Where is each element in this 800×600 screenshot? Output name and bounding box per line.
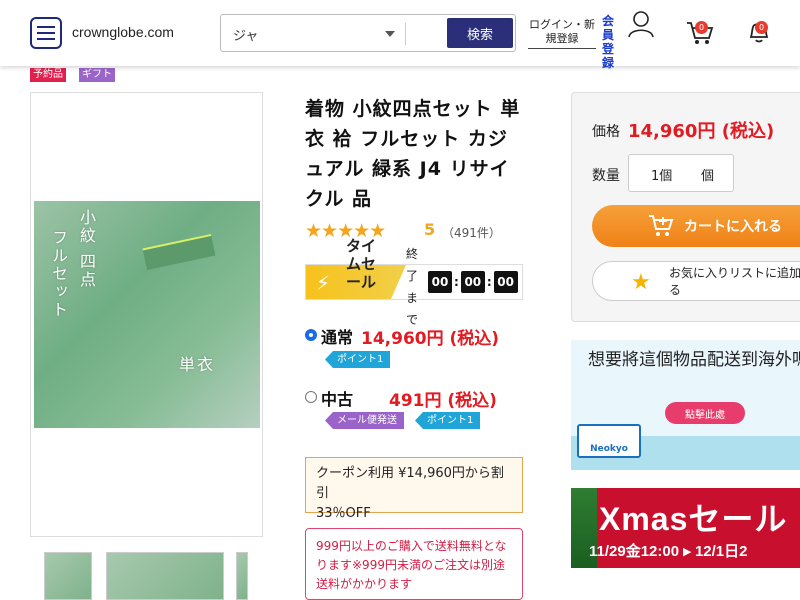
rating-value: 5 bbox=[424, 220, 436, 239]
purchase-box: 価格 14,960円 (税込) 数量 1個 個 カートに入れる ★ お気に入りリ… bbox=[571, 92, 800, 322]
option-new-radio[interactable] bbox=[305, 329, 317, 341]
thumbnail[interactable] bbox=[106, 552, 224, 600]
hamburger-menu-icon[interactable] bbox=[30, 17, 62, 49]
quantity-select[interactable]: 1個 個 bbox=[628, 154, 734, 192]
quantity-value: 1個 bbox=[651, 169, 673, 184]
search-divider bbox=[405, 23, 406, 45]
product-title: 着物 小紋四点セット 単衣 袷 フルセット カジュアル 緑系 J4 リサイクル … bbox=[305, 98, 521, 210]
lightning-icon: ⚡ bbox=[316, 271, 331, 295]
option-new-label: 通常 bbox=[321, 328, 354, 347]
notification-count-badge: 0 bbox=[755, 21, 768, 34]
price-label: 価格 bbox=[592, 124, 620, 140]
login-link[interactable]: ログイン・新規登録 bbox=[528, 18, 596, 49]
site-logo[interactable]: crownglobe.com bbox=[72, 24, 174, 40]
quantity-label: 数量 bbox=[592, 168, 620, 184]
review-count-link[interactable]: （491件） bbox=[442, 224, 501, 241]
flash-sale-sub: 終了まで bbox=[406, 247, 419, 327]
banner-click-button[interactable]: 點擊此處 bbox=[665, 402, 745, 424]
price-value: 14,960円 (税込) bbox=[628, 121, 775, 142]
add-to-cart-label: カートに入れる bbox=[684, 219, 782, 235]
flash-sale-box: ⚡ タイムセール 終了まで 00 : 00 : 00 bbox=[305, 237, 523, 327]
xmas-sale-dates: 11/29金12:00 ▸ 12/1日2 bbox=[589, 543, 748, 560]
xmas-sale-banner[interactable]: Xmasセール 11/29金12:00 ▸ 12/1日2 bbox=[571, 488, 800, 568]
register-link[interactable]: 会員登録 bbox=[602, 14, 624, 70]
xmas-sale-title: Xmasセール bbox=[599, 501, 788, 537]
flash-sale-label: タイムセール bbox=[346, 237, 377, 291]
search-button[interactable]: 検索 bbox=[447, 18, 513, 48]
option-used-radio[interactable] bbox=[305, 391, 317, 403]
user-icon[interactable] bbox=[628, 10, 654, 38]
option-new[interactable]: 通常 14,960円 (税込) ポイント1 bbox=[305, 322, 525, 372]
timer-minutes: 00 bbox=[460, 271, 485, 293]
option-used-label: 中古 bbox=[321, 390, 354, 409]
coupon-discount: 33％OFF bbox=[316, 506, 371, 521]
photo-caption: 単衣 bbox=[179, 355, 216, 374]
thumbnail[interactable] bbox=[44, 552, 92, 600]
shipping-notice: 999円以上のご購入で送料無料となります※999円未満のご注文は別途送料がかかり… bbox=[305, 528, 523, 600]
cart-plus-icon bbox=[649, 215, 674, 236]
thumbnail[interactable] bbox=[236, 552, 248, 600]
cart-count-badge: 0 bbox=[695, 21, 708, 34]
timer-seconds: 00 bbox=[493, 271, 518, 293]
thumbnail-strip bbox=[44, 552, 254, 600]
points-badge: ポイント1 bbox=[415, 412, 481, 429]
star-icon: ★ bbox=[631, 270, 651, 295]
truck-icon: Neokyo bbox=[577, 424, 641, 458]
timer-hours: 00 bbox=[428, 271, 452, 293]
search-category-select[interactable]: ジャ bbox=[233, 25, 258, 44]
coupon-text: クーポン利用 ¥14,960円から割引 bbox=[316, 466, 504, 501]
search-bar: ジャ 検索 bbox=[220, 14, 516, 52]
points-badge: ポイント1 bbox=[325, 351, 391, 368]
coupon-box[interactable]: クーポン利用 ¥14,960円から割引 33％OFF bbox=[305, 457, 523, 521]
photo-caption: フルセット bbox=[49, 229, 68, 319]
product-photo[interactable]: 小紋 四点 フルセット 単衣 bbox=[34, 201, 260, 428]
product-image-frame: 小紋 四点 フルセット 単衣 bbox=[30, 92, 263, 537]
add-favorite-button[interactable]: ★ お気に入りリストに追加する bbox=[592, 261, 800, 301]
option-used[interactable]: 中古 491円 (税込) メール便発送 ポイント1 bbox=[305, 384, 525, 434]
countdown-timer: 00 : 00 : 00 bbox=[428, 271, 518, 293]
site-header: crownglobe.com ジャ 検索 ログイン・新規登録 会員登録 0 0 bbox=[0, 0, 800, 70]
mail-shipping-badge: メール便発送 bbox=[325, 412, 404, 429]
option-used-price: 491円 (税込) bbox=[389, 391, 497, 411]
quantity-unit: 個 bbox=[701, 169, 715, 184]
option-new-price: 14,960円 (税込) bbox=[361, 329, 500, 349]
tag-preorder: 予約品 bbox=[30, 68, 66, 82]
chevron-down-icon[interactable] bbox=[385, 31, 395, 37]
tag-gift: ギフト bbox=[79, 68, 115, 82]
photo-caption: 四点 bbox=[77, 253, 96, 289]
overseas-shipping-banner[interactable]: 想要將這個物品配送到海外嗎? 點擊此處 Neokyo bbox=[571, 340, 800, 470]
add-favorite-label: お気に入りリストに追加する bbox=[669, 266, 800, 297]
photo-caption: 小紋 bbox=[77, 209, 96, 245]
banner-title: 想要將這個物品配送到海外嗎? bbox=[587, 350, 800, 370]
add-to-cart-button[interactable]: カートに入れる bbox=[592, 205, 800, 247]
obi-shape bbox=[142, 233, 216, 271]
